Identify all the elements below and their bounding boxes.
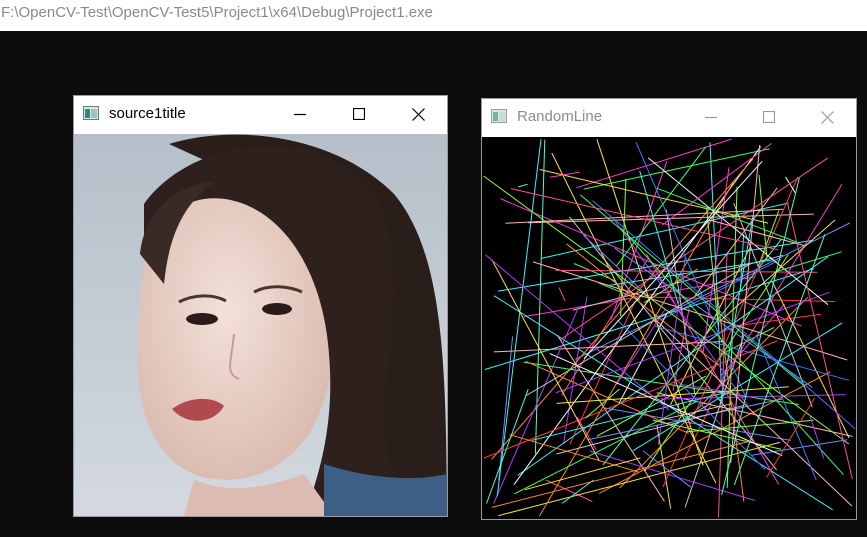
close-icon	[820, 110, 834, 124]
source1title-window[interactable]: source1title	[73, 95, 448, 517]
maximize-icon	[763, 111, 775, 123]
random-line	[585, 388, 620, 419]
close-icon	[411, 107, 425, 121]
close-button[interactable]	[395, 96, 441, 132]
random-line	[518, 183, 528, 188]
random-line	[496, 139, 542, 497]
random-line	[534, 139, 546, 454]
random-lines	[483, 138, 856, 518]
close-button[interactable]	[804, 99, 850, 135]
random-line	[756, 335, 817, 481]
window-titlebar[interactable]: RandomLine	[482, 99, 856, 137]
random-line	[523, 361, 799, 405]
minimize-button[interactable]	[688, 99, 734, 135]
minimize-icon	[705, 116, 717, 119]
console-titlebar: F:\OpenCV-Test\OpenCV-Test5\Project1\x64…	[0, 0, 867, 31]
window-titlebar[interactable]: source1title	[74, 96, 447, 134]
maximize-button[interactable]	[336, 96, 382, 132]
random-line	[491, 259, 600, 461]
portrait-photo	[74, 134, 447, 516]
random-line	[486, 389, 529, 504]
random-line	[583, 148, 770, 190]
minimize-button[interactable]	[277, 96, 323, 132]
image-canvas	[74, 134, 447, 516]
window-title: RandomLine	[517, 108, 603, 125]
random-line	[498, 336, 514, 481]
random-line	[483, 175, 850, 445]
app-window-icon	[83, 106, 99, 120]
random-line	[751, 439, 848, 456]
window-title: source1title	[109, 105, 186, 122]
random-line	[615, 146, 707, 267]
random-line-canvas	[482, 137, 856, 519]
random-line	[539, 169, 769, 224]
random-line	[558, 287, 566, 302]
random-line	[615, 309, 666, 385]
maximize-icon	[353, 108, 365, 120]
minimize-icon	[294, 113, 306, 116]
random-line	[580, 194, 805, 387]
random-line	[787, 202, 853, 480]
random-line	[660, 394, 846, 400]
maximize-button[interactable]	[746, 99, 792, 135]
randomline-window[interactable]: RandomLine	[481, 98, 857, 520]
console-title: F:\OpenCV-Test\OpenCV-Test5\Project1\x64…	[1, 4, 433, 21]
app-window-icon	[491, 109, 507, 123]
random-line	[710, 219, 805, 246]
random-line	[809, 415, 825, 459]
